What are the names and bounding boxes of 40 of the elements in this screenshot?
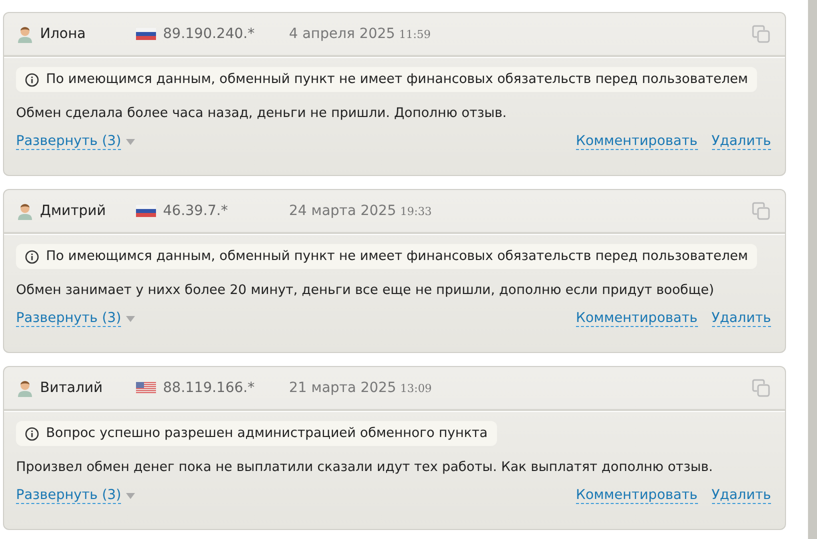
- expand-link[interactable]: Развернуть (3): [16, 487, 122, 504]
- expand-link[interactable]: Развернуть (3): [16, 310, 122, 327]
- expand-link[interactable]: Развернуть (3): [16, 133, 122, 150]
- notice-text: Вопрос успешно разрешен администрацией обменного пункта: [46, 426, 488, 441]
- notice-text: По имеющимся данным, обменный пункт не имеет финансовых обязательств перед пользователем: [46, 72, 748, 87]
- author-name: Дмитрий: [40, 203, 107, 219]
- action-link[interactable]: Комментировать: [576, 133, 698, 150]
- user-avatar-icon: [16, 25, 34, 43]
- user-avatar-icon: [16, 379, 34, 397]
- copy-icon[interactable]: [751, 378, 771, 398]
- review-time: 13:09: [400, 382, 432, 394]
- review-time: 19:33: [400, 204, 432, 218]
- copy-icon[interactable]: [751, 24, 771, 44]
- ip-address: 89.190.240.*: [163, 26, 256, 42]
- review-date: 21 марта 2025: [289, 380, 396, 396]
- action-link[interactable]: Удалить: [712, 310, 771, 327]
- caret-icon: [126, 492, 136, 498]
- action-link[interactable]: Комментировать: [576, 487, 698, 504]
- info-icon: [25, 426, 39, 440]
- ip-address: 46.39.7.*: [163, 203, 229, 219]
- copy-icon[interactable]: [751, 201, 771, 221]
- info-icon: [25, 72, 39, 86]
- review-date: 24 марта 2025: [289, 203, 396, 219]
- author-name: Илона: [40, 26, 87, 42]
- notice-text: По имеющимся данным, обменный пункт не имеет финансовых обязательств перед пользователем: [46, 249, 748, 264]
- info-icon: [25, 250, 39, 264]
- review-date: 4 апреля 2025: [289, 26, 396, 42]
- review-text: Обмен сделала более часа назад, деньги не пришли. Дополню отзыв.: [16, 106, 507, 121]
- ip-address: 88.119.166.*: [163, 380, 256, 396]
- review-text: Обмен занимает у нихх более 20 минут, деньги все еще не пришли, дополню если придут вообще): [16, 283, 714, 298]
- scrollbar[interactable]: [808, 0, 817, 539]
- action-link[interactable]: Комментировать: [576, 310, 698, 327]
- review-time: 11:59: [399, 28, 431, 40]
- action-link[interactable]: Удалить: [712, 487, 771, 504]
- user-avatar-icon: [16, 202, 34, 220]
- caret-icon: [126, 316, 136, 322]
- author-name: Виталий: [40, 380, 104, 396]
- action-link[interactable]: Удалить: [712, 133, 771, 150]
- review-text: Произвел обмен денег пока не выплатили сказали идут тех работы. Как выплатят дополню отзыв.: [16, 460, 713, 475]
- caret-icon: [126, 138, 136, 144]
